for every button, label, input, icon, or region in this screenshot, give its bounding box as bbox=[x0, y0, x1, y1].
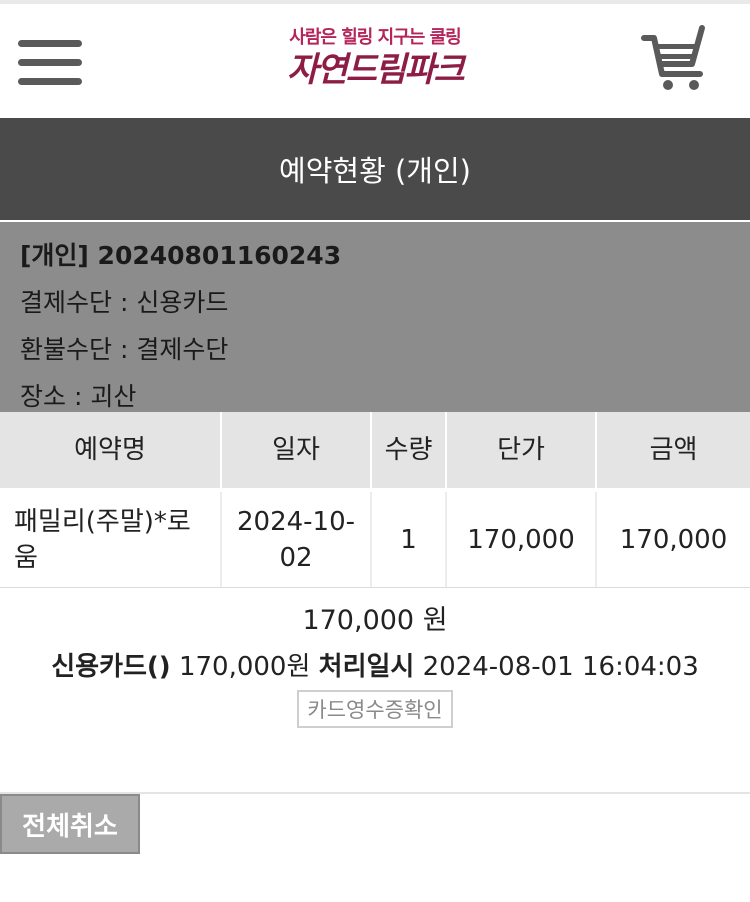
cancel-all-button[interactable]: 전체취소 bbox=[0, 794, 140, 854]
header-amount: 금액 bbox=[649, 435, 698, 465]
header-name: 예약명 bbox=[0, 412, 222, 488]
processed-label: 처리일시 bbox=[318, 652, 415, 682]
cell-date: 2024-10-02 bbox=[222, 492, 372, 587]
cell-name: 패밀리(주말)*로움 bbox=[0, 492, 222, 587]
shopping-cart-icon[interactable] bbox=[640, 24, 712, 94]
brand-name: 자연드림파크 bbox=[287, 50, 465, 90]
site-header: 사람은 힐링 지구는 쿨링 자연드림파크 bbox=[0, 4, 750, 118]
cell-amount: 170,000 bbox=[619, 524, 728, 555]
page-title: 예약현황 (개인) bbox=[279, 154, 471, 188]
reservation-info: [개인] 20240801160243 결제수단 : 신용카드 환불수단 : 결… bbox=[0, 220, 750, 412]
header-date: 일자 bbox=[222, 412, 372, 488]
card-label: 신용카드() bbox=[51, 652, 171, 682]
total-amount: 170,000 원 bbox=[302, 605, 448, 636]
page-title-bar: 예약현황 (개인) bbox=[0, 118, 750, 220]
cell-qty: 1 bbox=[372, 492, 447, 587]
header-unit-price: 단가 bbox=[447, 412, 597, 488]
refund-method: 환불수단 : 결제수단 bbox=[20, 335, 229, 364]
card-receipt-button[interactable]: 카드영수증확인 bbox=[297, 690, 453, 728]
brand-logo[interactable]: 사람은 힐링 지구는 쿨링 자연드림파크 bbox=[270, 26, 480, 90]
table-row: 패밀리(주말)*로움 2024-10-02 1 170,000 170,000 bbox=[0, 492, 750, 588]
hamburger-menu-icon[interactable] bbox=[18, 40, 84, 90]
table-header-row: 예약명 일자 수량 단가 금액 bbox=[0, 412, 750, 490]
reservation-id: [개인] 20240801160243 bbox=[20, 241, 342, 270]
payment-method: 결제수단 : 신용카드 bbox=[20, 288, 229, 317]
card-amount: 170,000원 bbox=[178, 652, 311, 682]
cell-date-text: 2024-10-02 bbox=[236, 506, 355, 573]
brand-slogan: 사람은 힐링 지구는 쿨링 bbox=[289, 27, 461, 48]
cell-unit-price: 170,000 bbox=[447, 492, 597, 587]
processed-at: 2024-08-01 16:04:03 bbox=[422, 652, 699, 682]
header-qty: 수량 bbox=[372, 412, 447, 488]
payment-detail: 신용카드() 170,000원 처리일시 2024-08-01 16:04:03 bbox=[0, 646, 750, 683]
reservation-table: 예약명 일자 수량 단가 금액 패밀리(주말)*로움 2024-10-02 1 … bbox=[0, 412, 750, 588]
